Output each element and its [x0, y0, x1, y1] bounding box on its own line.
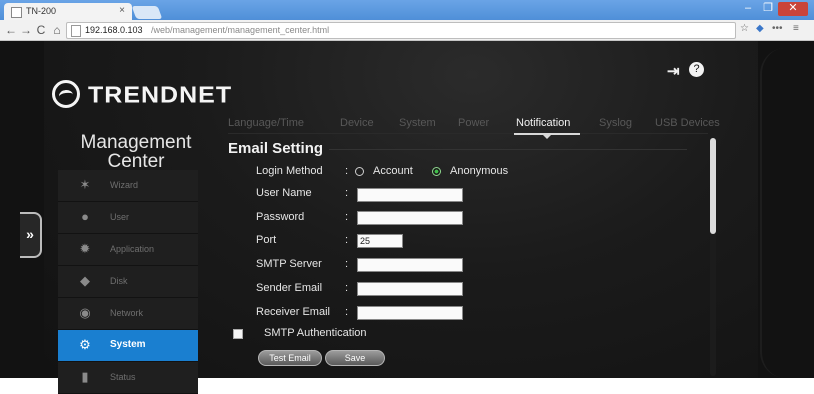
- password-label: Password: [256, 211, 305, 223]
- system-icon: ⚙: [79, 337, 91, 352]
- smtp-server-input[interactable]: [357, 258, 463, 272]
- password-input[interactable]: [357, 211, 463, 225]
- address-bar[interactable]: 192.168.0.103 /web/management/management…: [66, 22, 736, 39]
- tab-notification[interactable]: Notification: [516, 117, 570, 129]
- test-email-button[interactable]: Test Email: [258, 350, 322, 366]
- close-window-button[interactable]: ✕: [778, 2, 808, 16]
- user-name-label: User Name: [256, 187, 312, 199]
- colon: :: [345, 187, 349, 199]
- sender-email-input[interactable]: [357, 282, 463, 296]
- sidebar-menu: ✶ Wizard ● User ✹ Application ◆ Disk ◉ N…: [58, 170, 198, 394]
- tab-title: TN-200: [26, 6, 57, 16]
- status-icon: ▮: [81, 369, 89, 384]
- url-host: 192.168.0.103: [85, 25, 143, 35]
- colon: :: [345, 211, 349, 223]
- close-tab-icon[interactable]: ×: [119, 5, 125, 16]
- tab-syslog[interactable]: Syslog: [599, 117, 632, 129]
- scrollbar-thumb[interactable]: [710, 138, 716, 234]
- page-icon: [71, 25, 81, 37]
- logo-text: TRENDNET: [88, 82, 233, 108]
- colon: :: [345, 234, 349, 246]
- sidebar-item-label: Status: [110, 372, 136, 382]
- title-line: Center: [107, 151, 165, 172]
- port-label: Port: [256, 234, 277, 246]
- tab-device[interactable]: Device: [340, 117, 374, 129]
- radio-label-anonymous: Anonymous: [450, 165, 509, 177]
- sidebar-item-status[interactable]: ▮ Status: [58, 362, 198, 394]
- minimize-button[interactable]: –: [738, 2, 758, 16]
- smtp-server-label: SMTP Server: [256, 258, 322, 270]
- reload-icon[interactable]: C: [34, 23, 48, 37]
- extension-icon[interactable]: ◆: [756, 23, 764, 34]
- sidebar-item-system[interactable]: ⚙ System: [58, 330, 198, 362]
- browser-toolbar: ← → C ⌂ 192.168.0.103 /web/management/ma…: [0, 20, 814, 41]
- menu-icon[interactable]: ≡: [793, 23, 799, 34]
- user-name-input[interactable]: [357, 188, 463, 202]
- tab-usb-devices[interactable]: USB Devices: [655, 117, 720, 129]
- tab-language-time[interactable]: Language/Time: [228, 117, 304, 129]
- new-tab-button[interactable]: [131, 6, 163, 19]
- sidebar-item-label: System: [110, 339, 146, 350]
- gear-icon: ✹: [79, 241, 91, 256]
- disk-icon: ◆: [80, 273, 90, 288]
- section-divider: [329, 149, 687, 150]
- extension-icon[interactable]: •••: [772, 23, 783, 34]
- sidebar-item-network[interactable]: ◉ Network: [58, 298, 198, 330]
- bookmark-star-icon[interactable]: ☆: [740, 23, 749, 34]
- tab-system[interactable]: System: [399, 117, 436, 129]
- receiver-email-input[interactable]: [357, 306, 463, 320]
- title-line: Management: [80, 132, 192, 153]
- sidebar-item-wizard[interactable]: ✶ Wizard: [58, 170, 198, 202]
- colon: :: [345, 165, 349, 177]
- maximize-button[interactable]: ❐: [758, 2, 778, 16]
- logout-icon[interactable]: ⇥: [667, 62, 680, 80]
- user-icon: ●: [81, 209, 89, 224]
- sidebar-item-label: Wizard: [110, 180, 139, 190]
- login-method-group: Account Anonymous: [355, 165, 525, 179]
- logo-mark-icon: [52, 80, 80, 108]
- browser-tab[interactable]: TN-200 ×: [4, 3, 132, 20]
- radio-label-account: Account: [373, 165, 413, 177]
- sidebar-item-user[interactable]: ● User: [58, 202, 198, 234]
- sidebar-item-disk[interactable]: ◆ Disk: [58, 266, 198, 298]
- smtp-auth-checkbox[interactable]: [233, 329, 243, 339]
- sidebar-item-application[interactable]: ✹ Application: [58, 234, 198, 266]
- receiver-email-label: Receiver Email: [256, 306, 330, 318]
- tabs-divider: [228, 133, 708, 134]
- sidebar-item-label: Disk: [110, 276, 128, 286]
- smtp-auth-label: SMTP Authentication: [264, 327, 367, 339]
- radio-account[interactable]: [355, 167, 364, 176]
- sidebar-toggle-button[interactable]: »: [20, 212, 42, 258]
- login-method-label: Login Method: [256, 165, 323, 177]
- port-input[interactable]: 25: [357, 234, 403, 248]
- wand-icon: ✶: [79, 177, 91, 192]
- colon: :: [345, 306, 349, 318]
- sidebar-item-label: Network: [110, 308, 144, 318]
- page-icon: [11, 7, 22, 18]
- back-icon[interactable]: ←: [4, 23, 18, 37]
- radio-anonymous[interactable]: [432, 167, 441, 176]
- panel-edge: [760, 48, 810, 378]
- sidebar-item-label: Application: [110, 244, 155, 254]
- forward-icon[interactable]: →: [19, 23, 33, 37]
- sidebar-item-label: User: [110, 212, 130, 222]
- sender-email-label: Sender Email: [256, 282, 323, 294]
- active-tab-caret-icon: [542, 134, 552, 139]
- home-icon[interactable]: ⌂: [50, 23, 64, 37]
- url-path: /web/management/management_center.html: [151, 25, 330, 35]
- help-icon[interactable]: ?: [689, 62, 704, 77]
- network-icon: ◉: [79, 305, 91, 320]
- colon: :: [345, 282, 349, 294]
- section-title: Email Setting: [228, 140, 324, 157]
- colon: :: [345, 258, 349, 270]
- management-center-title: Management Center: [56, 133, 216, 171]
- tab-power[interactable]: Power: [458, 117, 489, 129]
- save-button[interactable]: Save: [325, 350, 385, 366]
